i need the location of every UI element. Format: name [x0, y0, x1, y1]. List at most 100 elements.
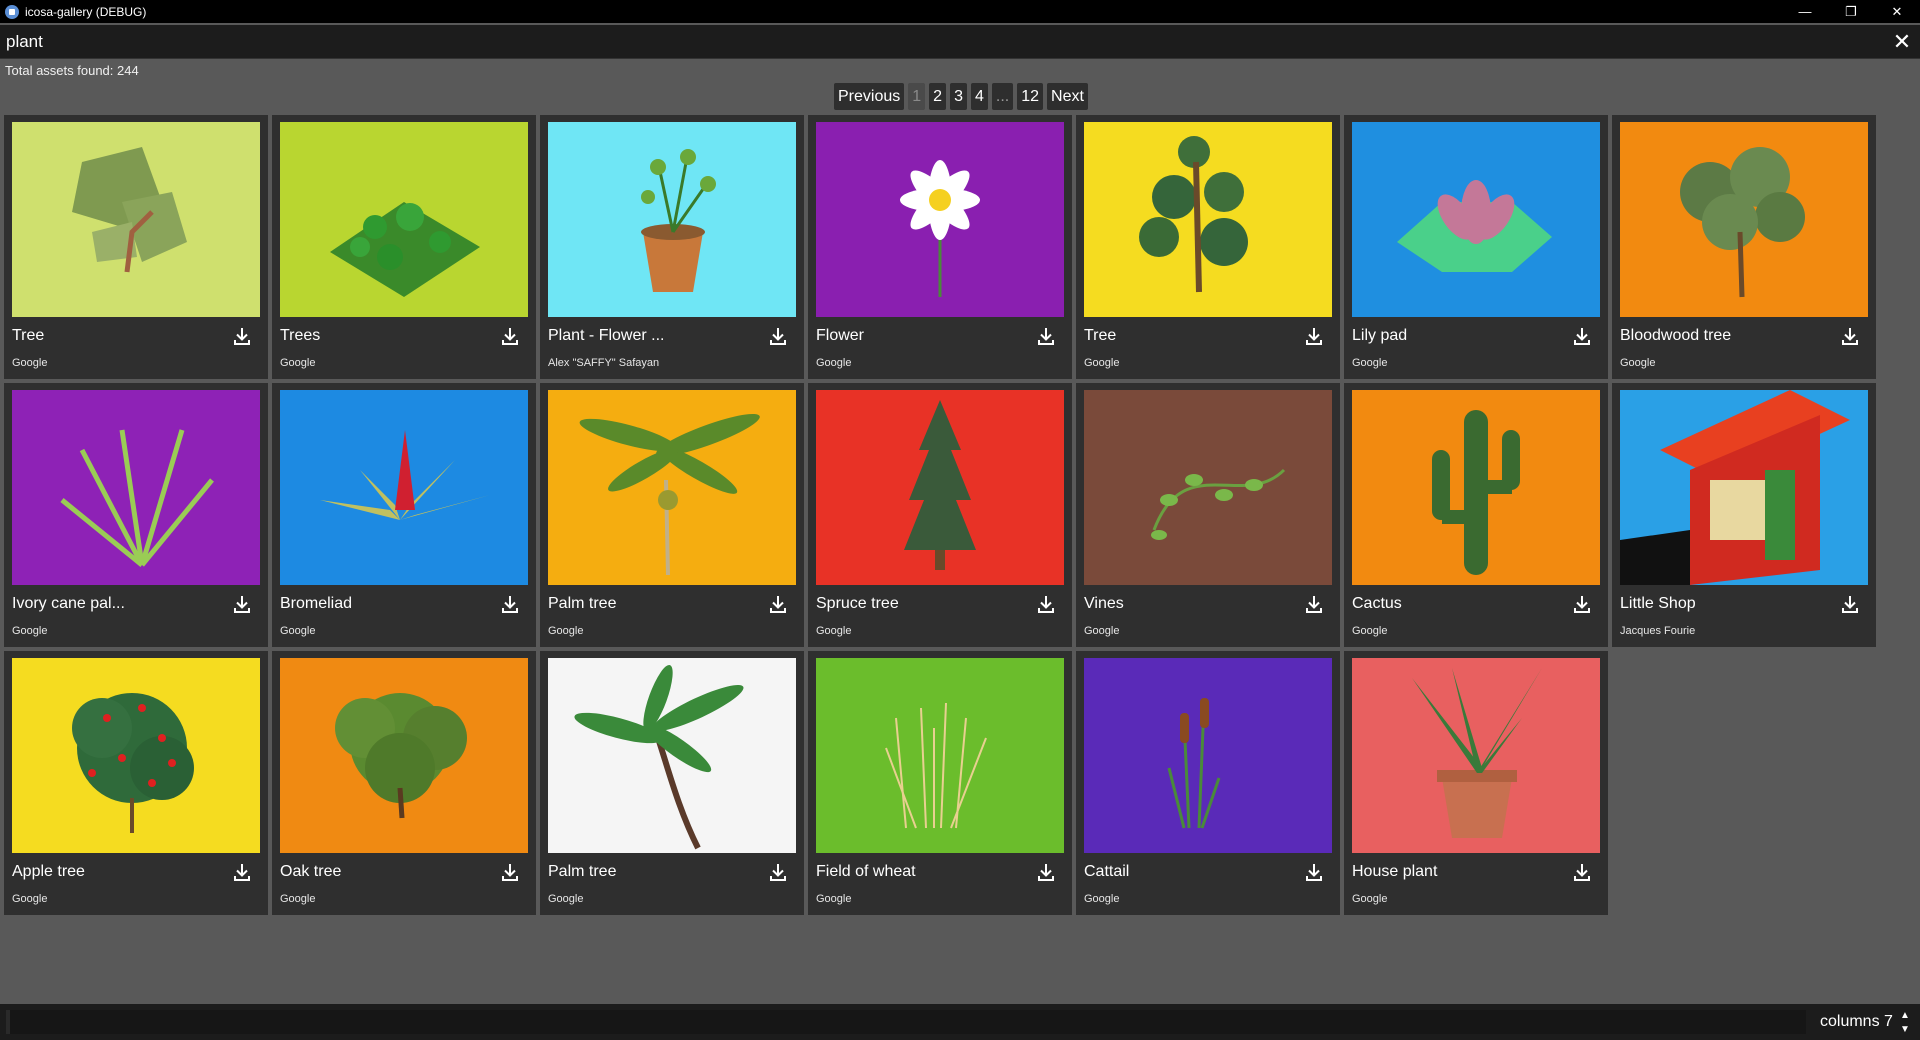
columns-spinner[interactable]: ▲ ▼: [1898, 1010, 1912, 1036]
asset-title[interactable]: Bromeliad: [280, 595, 480, 613]
page-button-12[interactable]: 12: [1017, 83, 1044, 110]
asset-title[interactable]: Lily pad: [1352, 327, 1552, 345]
page-button-3[interactable]: 3: [950, 83, 967, 110]
clear-search-icon[interactable]: ✕: [1890, 30, 1914, 54]
asset-thumbnail[interactable]: [1352, 658, 1600, 853]
asset-card[interactable]: Palm tree Google: [540, 651, 804, 915]
asset-title[interactable]: House plant: [1352, 863, 1552, 881]
search-bar: ✕: [0, 25, 1920, 59]
asset-thumbnail[interactable]: [548, 122, 796, 317]
asset-thumbnail[interactable]: [280, 122, 528, 317]
asset-thumbnail[interactable]: [12, 122, 260, 317]
asset-author: Alex "SAFFY" Safayan: [548, 357, 660, 369]
download-icon[interactable]: [1840, 594, 1860, 614]
asset-card[interactable]: Tree Google: [1076, 115, 1340, 379]
download-icon[interactable]: [1304, 326, 1324, 346]
asset-title[interactable]: Palm tree: [548, 863, 748, 881]
asset-title[interactable]: Palm tree: [548, 595, 748, 613]
download-icon[interactable]: [232, 862, 252, 882]
download-icon[interactable]: [768, 594, 788, 614]
asset-title[interactable]: Flower: [816, 327, 1016, 345]
asset-title[interactable]: Cactus: [1352, 595, 1552, 613]
asset-card[interactable]: Cactus Google: [1344, 383, 1608, 647]
minimize-button[interactable]: —: [1782, 0, 1828, 23]
asset-title[interactable]: Bloodwood tree: [1620, 327, 1820, 345]
asset-title[interactable]: Spruce tree: [816, 595, 1016, 613]
close-window-button[interactable]: ✕: [1874, 0, 1920, 23]
search-input[interactable]: [6, 30, 1866, 54]
asset-thumbnail[interactable]: [816, 390, 1064, 585]
asset-card[interactable]: Ivory cane pal... Google: [4, 383, 268, 647]
asset-card[interactable]: Cattail Google: [1076, 651, 1340, 915]
download-icon[interactable]: [1036, 594, 1056, 614]
asset-card[interactable]: Vines Google: [1076, 383, 1340, 647]
asset-thumbnail[interactable]: [816, 122, 1064, 317]
asset-thumbnail[interactable]: [1084, 658, 1332, 853]
page-button-4[interactable]: 4: [970, 83, 988, 110]
download-icon[interactable]: [500, 862, 520, 882]
restore-button[interactable]: ❐: [1828, 0, 1874, 23]
asset-thumbnail[interactable]: [816, 658, 1064, 853]
asset-card[interactable]: House plant Google: [1344, 651, 1608, 915]
asset-title[interactable]: Vines: [1084, 595, 1284, 613]
download-icon[interactable]: [1572, 326, 1592, 346]
asset-title[interactable]: Ivory cane pal...: [12, 595, 212, 613]
asset-title[interactable]: Cattail: [1084, 863, 1284, 881]
asset-thumbnail[interactable]: [12, 658, 260, 853]
page-button-1[interactable]: 1: [908, 83, 926, 110]
spinner-up-icon[interactable]: ▲: [1900, 1010, 1910, 1022]
asset-thumbnail[interactable]: [12, 390, 260, 585]
download-icon[interactable]: [768, 326, 788, 346]
download-icon[interactable]: [1572, 862, 1592, 882]
asset-title[interactable]: Oak tree: [280, 863, 480, 881]
asset-card[interactable]: Spruce tree Google: [808, 383, 1072, 647]
asset-thumbnail[interactable]: [280, 658, 528, 853]
asset-title[interactable]: Tree: [12, 327, 212, 345]
asset-title[interactable]: Field of wheat: [816, 863, 1016, 881]
asset-card[interactable]: Apple tree Google: [4, 651, 268, 915]
download-icon[interactable]: [1572, 594, 1592, 614]
previous-page-button[interactable]: Previous: [834, 83, 905, 110]
asset-thumbnail[interactable]: [280, 390, 528, 585]
asset-card[interactable]: Flower Google: [808, 115, 1072, 379]
asset-thumbnail[interactable]: [1620, 390, 1868, 585]
asset-card[interactable]: Trees Google: [272, 115, 536, 379]
next-page-button[interactable]: Next: [1047, 83, 1088, 110]
asset-card[interactable]: Palm tree Google: [540, 383, 804, 647]
download-icon[interactable]: [1036, 862, 1056, 882]
asset-thumbnail[interactable]: [548, 390, 796, 585]
asset-thumbnail[interactable]: [1352, 390, 1600, 585]
download-icon[interactable]: [500, 594, 520, 614]
download-icon[interactable]: [768, 862, 788, 882]
asset-card[interactable]: Lily pad Google: [1344, 115, 1608, 379]
asset-card[interactable]: Tree Google: [4, 115, 268, 379]
download-icon[interactable]: [1840, 326, 1860, 346]
asset-card[interactable]: Bloodwood tree Google: [1612, 115, 1876, 379]
asset-card[interactable]: Bromeliad Google: [272, 383, 536, 647]
asset-card[interactable]: Plant - Flower ... Alex "SAFFY" Safayan: [540, 115, 804, 379]
asset-author: Google: [816, 357, 852, 369]
columns-label: columns 7: [1820, 1013, 1893, 1030]
asset-card[interactable]: Field of wheat Google: [808, 651, 1072, 915]
asset-thumbnail[interactable]: [1084, 122, 1332, 317]
asset-title[interactable]: Apple tree: [12, 863, 212, 881]
page-button-2[interactable]: 2: [929, 83, 947, 110]
download-icon[interactable]: [1036, 326, 1056, 346]
asset-title[interactable]: Trees: [280, 327, 480, 345]
download-icon[interactable]: [500, 326, 520, 346]
download-icon[interactable]: [232, 594, 252, 614]
asset-card[interactable]: Oak tree Google: [272, 651, 536, 915]
download-icon[interactable]: [1304, 594, 1324, 614]
asset-thumbnail[interactable]: [548, 658, 796, 853]
asset-title[interactable]: Plant - Flower ...: [548, 327, 748, 345]
asset-thumbnail[interactable]: [1084, 390, 1332, 585]
spinner-down-icon[interactable]: ▼: [1900, 1024, 1910, 1036]
asset-thumbnail[interactable]: [1620, 122, 1868, 317]
asset-title[interactable]: Little Shop: [1620, 595, 1820, 613]
asset-author: Google: [280, 357, 316, 369]
download-icon[interactable]: [232, 326, 252, 346]
download-icon[interactable]: [1304, 862, 1324, 882]
asset-card[interactable]: Little Shop Jacques Fourie: [1612, 383, 1876, 647]
asset-title[interactable]: Tree: [1084, 327, 1284, 345]
asset-thumbnail[interactable]: [1352, 122, 1600, 317]
